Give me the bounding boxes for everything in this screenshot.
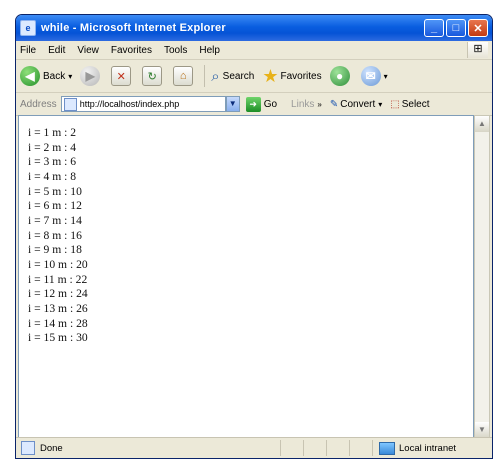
- windows-logo-icon: ⊞: [467, 42, 488, 58]
- ie-icon: e: [20, 20, 36, 36]
- convert-button[interactable]: Convert: [340, 99, 375, 110]
- status-cells: [280, 440, 372, 456]
- scroll-up-icon[interactable]: ▲: [475, 116, 489, 132]
- search-button[interactable]: ⌕ Search: [211, 64, 254, 88]
- output-line: i = 14 m : 28: [28, 316, 88, 330]
- back-button[interactable]: ◀ Back ▾: [20, 64, 72, 88]
- forward-button[interactable]: ▶: [80, 64, 103, 88]
- address-url: http://localhost/index.php: [79, 99, 180, 109]
- back-label: Back: [43, 70, 66, 82]
- address-bar: Address http://localhost/index.php ▼ ➜ G…: [16, 93, 492, 116]
- address-dropdown-icon[interactable]: ▼: [225, 96, 240, 112]
- menu-tools[interactable]: Tools: [164, 45, 187, 56]
- go-arrow-icon: ➜: [245, 96, 261, 112]
- maximize-button[interactable]: □: [446, 19, 466, 37]
- search-label: Search: [222, 70, 255, 82]
- output-line: i = 8 m : 16: [28, 228, 82, 242]
- go-button[interactable]: ➜ Go: [245, 96, 278, 112]
- convert-dropdown-icon[interactable]: ▾: [378, 100, 382, 109]
- output-lines: i = 1 m : 2i = 2 m : 4i = 3 m : 6i = 4 m…: [28, 126, 473, 346]
- refresh-button[interactable]: ↻: [142, 64, 165, 88]
- home-button[interactable]: ⌂: [173, 64, 196, 88]
- status-page-icon: [21, 441, 35, 455]
- output-line: i = 2 m : 4: [28, 140, 77, 154]
- media-icon: ●: [329, 66, 350, 86]
- stop-button[interactable]: ✕: [111, 64, 134, 88]
- page-icon: [63, 97, 77, 111]
- zone-text: Local intranet: [399, 442, 457, 454]
- menu-bar: File Edit View Favorites Tools Help ⊞: [16, 41, 492, 60]
- mail-icon: ✉: [360, 66, 381, 86]
- toolbar-separator: [204, 65, 206, 87]
- status-cell: [303, 440, 326, 456]
- output-line: i = 5 m : 10: [28, 184, 82, 198]
- output-line: i = 10 m : 20: [28, 257, 88, 271]
- links-label[interactable]: Links: [291, 99, 314, 110]
- output-line: i = 7 m : 14: [28, 213, 82, 227]
- refresh-icon: ↻: [142, 66, 163, 86]
- intranet-zone-icon: [379, 441, 395, 455]
- menu-edit[interactable]: Edit: [48, 45, 65, 56]
- scroll-down-icon[interactable]: ▼: [475, 422, 489, 438]
- forward-arrow-icon: ▶: [80, 66, 101, 86]
- favorites-button[interactable]: ★ Favorites: [262, 64, 321, 88]
- media-button[interactable]: ●: [329, 64, 353, 88]
- menu-favorites[interactable]: Favorites: [111, 45, 152, 56]
- output-line: i = 13 m : 26: [28, 301, 88, 315]
- minimize-button[interactable]: _: [424, 19, 444, 37]
- back-dropdown-icon[interactable]: ▾: [68, 72, 72, 81]
- home-icon: ⌂: [173, 66, 194, 86]
- favorites-label: Favorites: [280, 70, 322, 82]
- output-line: i = 15 m : 30: [28, 331, 88, 345]
- standard-toolbar: ◀ Back ▾ ▶ ✕ ↻ ⌂ ⌕ Search ★ Favorites ● …: [16, 60, 492, 93]
- mail-button[interactable]: ✉ ▾: [360, 64, 388, 88]
- go-label: Go: [263, 98, 278, 110]
- status-left: Done: [16, 441, 280, 455]
- convert-icon: ✎: [329, 98, 339, 110]
- output-line: i = 3 m : 6: [28, 155, 77, 169]
- links-chevron-icon[interactable]: »: [317, 100, 321, 109]
- select-icon: ⬚: [390, 98, 400, 110]
- close-button[interactable]: ✕: [468, 19, 488, 37]
- address-input[interactable]: http://localhost/index.php: [60, 96, 226, 112]
- address-label: Address: [20, 98, 57, 110]
- window-title: while - Microsoft Internet Explorer: [41, 22, 226, 34]
- status-text: Done: [40, 442, 63, 454]
- vertical-scrollbar[interactable]: ▲ ▼: [474, 115, 490, 439]
- favorites-star-icon: ★: [262, 65, 279, 86]
- stop-icon: ✕: [111, 66, 132, 86]
- menu-file[interactable]: File: [20, 45, 36, 56]
- status-cell: [280, 440, 303, 456]
- output-line: i = 11 m : 22: [28, 272, 88, 286]
- output-line: i = 6 m : 12: [28, 199, 82, 213]
- menu-view[interactable]: View: [77, 45, 99, 56]
- status-cell: [326, 440, 349, 456]
- status-bar: Done Local intranet: [16, 437, 492, 458]
- output-line: i = 12 m : 24: [28, 287, 88, 301]
- mail-dropdown-icon: ▾: [383, 71, 388, 81]
- output-line: i = 9 m : 18: [28, 243, 82, 257]
- page-content: i = 1 m : 2i = 2 m : 4i = 3 m : 6i = 4 m…: [18, 115, 474, 439]
- ie-window: e while - Microsoft Internet Explorer _ …: [15, 14, 493, 459]
- search-icon: ⌕: [211, 67, 220, 85]
- select-button[interactable]: Select: [402, 99, 430, 110]
- output-line: i = 1 m : 2: [28, 126, 77, 139]
- output-line: i = 4 m : 8: [28, 169, 77, 183]
- zone-indicator: Local intranet: [372, 440, 492, 456]
- title-bar[interactable]: e while - Microsoft Internet Explorer _ …: [16, 15, 492, 41]
- back-arrow-icon: ◀: [20, 66, 40, 86]
- status-cell: [349, 440, 372, 456]
- menu-help[interactable]: Help: [199, 45, 220, 56]
